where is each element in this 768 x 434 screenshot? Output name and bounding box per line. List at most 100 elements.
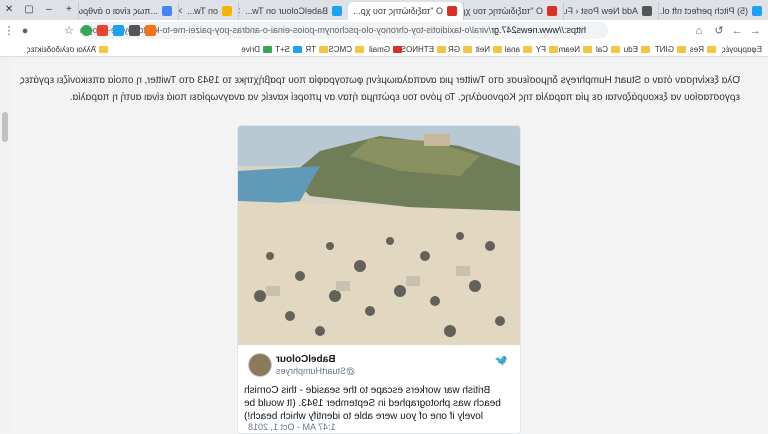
address-bar[interactable]: https://www.news247.gr/viral/o-taxidioti… <box>80 22 608 39</box>
home-icon[interactable]: ⌂ <box>692 24 706 38</box>
gmail-icon <box>393 45 402 53</box>
forward-icon[interactable]: → <box>730 24 744 38</box>
bookmark-label: CMCS <box>328 44 352 54</box>
bookmark-label: Άλλοι σελιδοδείκτες <box>26 44 96 54</box>
bookmark-label: Res <box>689 44 704 54</box>
back-icon[interactable]: ← <box>748 24 762 38</box>
avatar-icon[interactable]: ● <box>18 24 32 38</box>
news-icon <box>447 6 457 16</box>
bookmark[interactable]: GR <box>448 43 472 55</box>
tab-active[interactable]: O "ταξιδιώτης του χρ... ✕ <box>348 2 463 20</box>
bookmark-label: GINT <box>654 44 674 54</box>
tab-2[interactable]: Add New Post ‹ Futuri... ✕ <box>563 2 658 20</box>
folder-icon <box>99 45 108 53</box>
tab-1[interactable]: (5) Pitch perfect nft ol... ✕ <box>658 2 768 20</box>
tweet-author-handle[interactable]: @StuartHumphryes <box>276 366 355 376</box>
folder-icon <box>523 45 532 53</box>
article-line: Όλα ξεκίνησαν όταν ο Stuart Humphreys δη… <box>20 75 740 86</box>
url-path: /viral/o-taxidiotis-toy-chronoy-olo-psch… <box>80 25 491 35</box>
scrollbar-thumb[interactable] <box>2 112 8 142</box>
bookmark[interactable]: Drive <box>241 43 272 55</box>
extension-icon[interactable] <box>129 25 140 36</box>
bookmark[interactable]: Res <box>690 43 716 55</box>
bookmark-label: S+T <box>275 44 290 54</box>
menu-icon[interactable]: ⋮ <box>2 24 16 38</box>
extension-icon[interactable] <box>113 25 124 36</box>
close-icon[interactable]: ✕ <box>238 6 245 17</box>
extension-icon[interactable] <box>81 25 92 36</box>
tab-title: BabelColour on Tw... <box>245 6 328 16</box>
bookmark-label: anal <box>504 44 520 54</box>
close-icon[interactable]: ✕ <box>348 6 353 17</box>
tab-title: O "ταξιδιώτης του χρ... <box>353 6 443 16</box>
folder-icon <box>611 45 620 53</box>
url-host: https://www.news247.gr <box>490 25 586 35</box>
tab-3[interactable]: O "ταξιδιώτης του χρ... ✕ <box>463 2 563 20</box>
close-icon[interactable]: ✕ <box>178 6 187 17</box>
scrollbar[interactable] <box>0 57 10 432</box>
bookmark[interactable]: CMCS <box>328 43 364 55</box>
folder-icon <box>677 45 686 53</box>
folder-icon <box>549 45 558 53</box>
tweet-date[interactable]: 1:47 AM - Oct 1, 2018 <box>248 422 336 432</box>
bookmark[interactable]: ETHNOS <box>401 43 446 55</box>
bookmark[interactable]: anal <box>505 43 532 55</box>
bookmark-label: ETHNOS <box>400 44 434 54</box>
bookmark[interactable]: Cal <box>596 43 620 55</box>
folder-icon <box>493 45 502 53</box>
folder-icon <box>319 45 328 53</box>
star-icon[interactable]: ☆ <box>62 24 76 38</box>
tab-title: ...πως είναι ο άνθρωπ... <box>78 6 158 16</box>
tab-7[interactable]: ...πως είναι ο άνθρωπ... ✕ <box>78 2 178 20</box>
close-window-button[interactable]: ✕ <box>2 3 16 17</box>
tweet-text: British war workers escape to the seasid… <box>244 385 501 422</box>
tab-title: on Tw... <box>187 6 218 16</box>
embedded-tweet[interactable]: BabelColour @StuartHumphryes 🐦 British w… <box>237 125 521 434</box>
folder-icon <box>355 45 364 53</box>
bookmark-other[interactable]: Άλλοι σελιδοδείκτες <box>27 43 108 55</box>
tab-5[interactable]: BabelColour on Tw... ✕ <box>238 2 348 20</box>
folder-icon <box>641 45 650 53</box>
bookmark[interactable]: TR <box>305 43 328 55</box>
minimize-button[interactable]: – <box>42 3 56 17</box>
article-line: εργοστασίου να ξεκουράζονται σε μία παρα… <box>69 92 740 103</box>
tab-title: (5) Pitch perfect nft ol... <box>658 6 748 16</box>
bookmark[interactable]: Edu <box>624 43 650 55</box>
google-icon <box>162 6 172 16</box>
bookmark-label: Cal <box>595 44 608 54</box>
tweet-header: BabelColour @StuartHumphryes 🐦 <box>238 346 520 382</box>
bookmark[interactable]: GINT <box>655 43 686 55</box>
twitter-icon[interactable]: 🐦 <box>494 354 508 367</box>
reload-icon[interactable]: ↻ <box>712 24 726 38</box>
bookmark[interactable]: Neam <box>559 43 592 55</box>
bookmark-label: Εφαρμογές <box>721 44 762 54</box>
extension-icon[interactable] <box>145 25 156 36</box>
avatar[interactable] <box>248 353 272 377</box>
folder-icon <box>707 45 716 53</box>
folder-icon <box>583 45 592 53</box>
bookmark-label: Drive <box>241 44 260 54</box>
bookmark[interactable]: S+T <box>275 43 302 55</box>
tab-bar: (5) Pitch perfect nft ol... ✕ Add New Po… <box>0 0 768 20</box>
bookmark[interactable]: Neit <box>476 43 502 55</box>
folder-icon <box>463 45 472 53</box>
bookmark-apps[interactable]: Εφαρμογές <box>722 43 762 55</box>
extension-icon[interactable] <box>97 25 108 36</box>
bookmarks-bar: Εφαρμογές Res GINT Edu Cal Neam FY anal … <box>0 42 768 57</box>
bookmark-label: Neit <box>475 44 490 54</box>
bookmark-label: TR <box>305 44 316 54</box>
new-tab-button[interactable]: + <box>62 3 76 17</box>
tab-title: Add New Post ‹ Futuri... <box>563 6 638 16</box>
twitter-icon <box>332 6 342 16</box>
bookmark-label: GR <box>448 44 460 54</box>
tab-6[interactable]: on Tw... ✕ <box>178 2 238 20</box>
bookmark[interactable]: Gmail <box>369 43 402 55</box>
gmail-icon <box>547 6 557 16</box>
toolbar: ← → ↻ ⌂ https://www.news247.gr/viral/o-t… <box>0 20 768 42</box>
tweet-author-name[interactable]: BabelColour <box>276 354 335 365</box>
bookmark-label: Edu <box>623 44 638 54</box>
page-icon <box>642 6 652 16</box>
tweet-photo[interactable] <box>238 126 520 345</box>
maximize-button[interactable]: ▢ <box>22 3 36 17</box>
bookmark[interactable]: FY <box>536 43 558 55</box>
